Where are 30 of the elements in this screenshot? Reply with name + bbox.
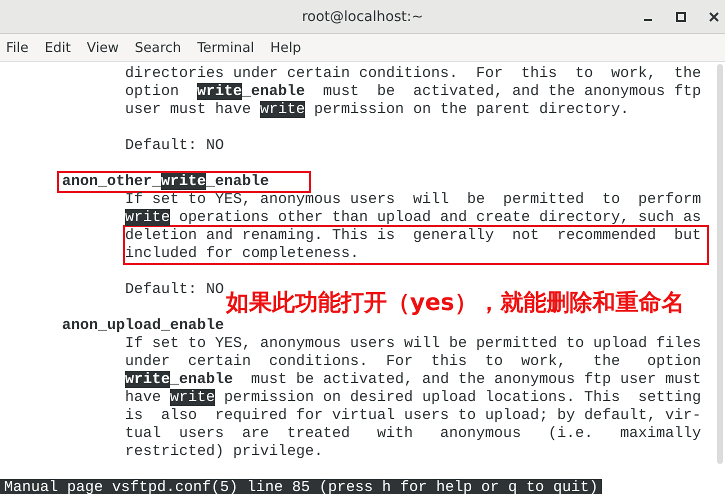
man-page-line: user must have write permission on the parent directory.: [125, 101, 630, 119]
menu-item[interactable]: View: [86, 40, 127, 56]
menu-item[interactable]: Edit: [44, 40, 79, 56]
man-page-line: Default: NO: [125, 281, 224, 299]
maximize-icon[interactable]: [676, 12, 686, 22]
window-title: root@localhost:~: [302, 8, 424, 24]
man-page-line: is also required for virtual users to upload; by default, vir-: [125, 407, 702, 425]
man-page-line: deletion and renaming. This is generally not recommended but: [125, 227, 702, 245]
menu-item[interactable]: Help: [270, 40, 310, 56]
option-heading: anon_upload_enable: [62, 317, 224, 335]
man-page-line: If set to YES, anonymous users will be permitted to perform: [125, 191, 702, 209]
scrollbar[interactable]: [717, 64, 723, 464]
menu-item[interactable]: File: [6, 40, 37, 56]
man-page-line: write operations other than upload and create directory, such as: [125, 209, 702, 227]
man-page-line: Default: NO: [125, 137, 224, 155]
menu-item[interactable]: Search: [134, 40, 190, 56]
annotation-caption: 如果此功能打开（yes），就能删除和重命名: [226, 289, 684, 318]
man-page-line: restricted) privilege.: [125, 443, 324, 461]
man-page-line: have write permission on desired upload locations. This setting: [125, 389, 702, 407]
man-page-line: tual users are treated with anonymous (i.e. maximally: [125, 425, 702, 443]
man-page-line: option write_enable must be activated, and the anonymous ftp: [125, 83, 702, 101]
man-page-line: If set to YES, anonymous users will be permitted to upload files: [125, 335, 702, 353]
menu-item[interactable]: Terminal: [197, 40, 262, 56]
man-page-line: included for completeness.: [125, 245, 360, 263]
man-page-line: under certain conditions. For this to work, the option: [125, 353, 702, 371]
close-icon[interactable]: [709, 12, 719, 22]
option-heading: anon_other_write_enable: [62, 173, 270, 191]
status-bar: Manual page vsftpd.conf(5) line 85 (press h for help or q to quit): [0, 479, 602, 494]
man-page-line: write_enable must be activated, and the anonymous ftp user must: [125, 371, 702, 389]
man-page-line: directories under certain conditions. For this to work, the: [125, 65, 702, 83]
